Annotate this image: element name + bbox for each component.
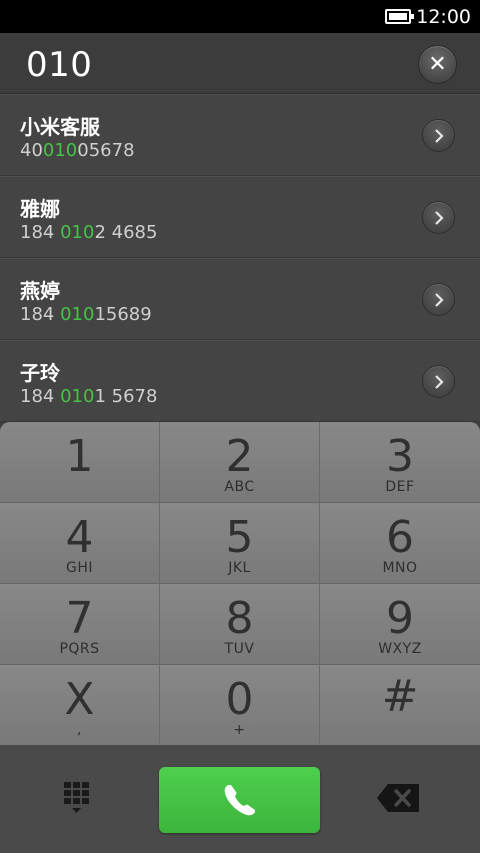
contact-number: 184 0102 4685 xyxy=(20,222,158,243)
matched-digits: 010 xyxy=(60,386,95,407)
contact-detail-button[interactable] xyxy=(422,119,455,152)
matched-digits: 010 xyxy=(60,304,95,325)
contact-row[interactable]: 燕婷 184 01015689 xyxy=(0,258,480,340)
key-x[interactable]: X, xyxy=(0,665,160,745)
dialer-action-bar xyxy=(0,745,480,853)
contact-row[interactable]: 雅娜 184 0102 4685 xyxy=(0,176,480,258)
phone-icon xyxy=(224,785,255,816)
key-5[interactable]: 5 JKL xyxy=(160,503,320,584)
key-0[interactable]: 0 + xyxy=(160,665,320,745)
key-7[interactable]: 7 PQRS xyxy=(0,584,160,665)
contact-detail-button[interactable] xyxy=(422,365,455,398)
dial-keypad: 1 2 ABC 3 DEF 4 GHI 5 JKL 6 MNO 7 PQRS 8 TUV 9W… xyxy=(0,422,480,745)
dialed-number: 010 xyxy=(26,45,93,85)
key-9[interactable]: 9 WXYZ xyxy=(320,584,480,665)
contact-number: 4001005678 xyxy=(20,140,135,161)
status-bar: 12:00 xyxy=(0,0,480,33)
key-3[interactable]: 3 DEF xyxy=(320,422,480,503)
key-6[interactable]: 6 MNO xyxy=(320,503,480,584)
close-icon: ✕ xyxy=(428,52,447,77)
key-2[interactable]: 2 ABC xyxy=(160,422,320,503)
dialed-number-bar: 010 ✕ xyxy=(0,33,480,94)
contact-detail-button[interactable] xyxy=(422,201,455,234)
backspace-button[interactable] xyxy=(376,782,422,814)
contact-number: 184 0101 5678 xyxy=(20,386,158,407)
hide-keypad-button[interactable] xyxy=(58,779,100,821)
contact-name: 雅娜 xyxy=(20,197,60,221)
backspace-icon xyxy=(377,784,419,812)
chevron-right-icon xyxy=(434,210,444,225)
key-1[interactable]: 1 xyxy=(0,422,160,503)
battery-icon xyxy=(385,9,415,24)
chevron-right-icon xyxy=(434,292,444,307)
contact-name: 小米客服 xyxy=(20,115,100,139)
contact-row[interactable]: 子玲 184 0101 5678 xyxy=(0,340,480,422)
contact-row[interactable]: 小米客服 4001005678 xyxy=(0,94,480,176)
matched-digits: 010 xyxy=(60,222,95,243)
dialpad-icon xyxy=(64,782,89,813)
contact-detail-button[interactable] xyxy=(422,283,455,316)
call-button[interactable] xyxy=(159,767,320,833)
clock: 12:00 xyxy=(416,5,471,28)
clear-number-button[interactable]: ✕ xyxy=(418,45,457,84)
chevron-right-icon xyxy=(434,128,444,143)
key-4[interactable]: 4 GHI xyxy=(0,503,160,584)
key-8[interactable]: 8 TUV xyxy=(160,584,320,665)
chevron-right-icon xyxy=(434,374,444,389)
contact-number: 184 01015689 xyxy=(20,304,152,325)
key-hash[interactable]: # xyxy=(320,665,480,745)
contact-name: 燕婷 xyxy=(20,279,60,303)
contact-name: 子玲 xyxy=(20,361,60,385)
matched-digits: 010 xyxy=(42,140,78,161)
